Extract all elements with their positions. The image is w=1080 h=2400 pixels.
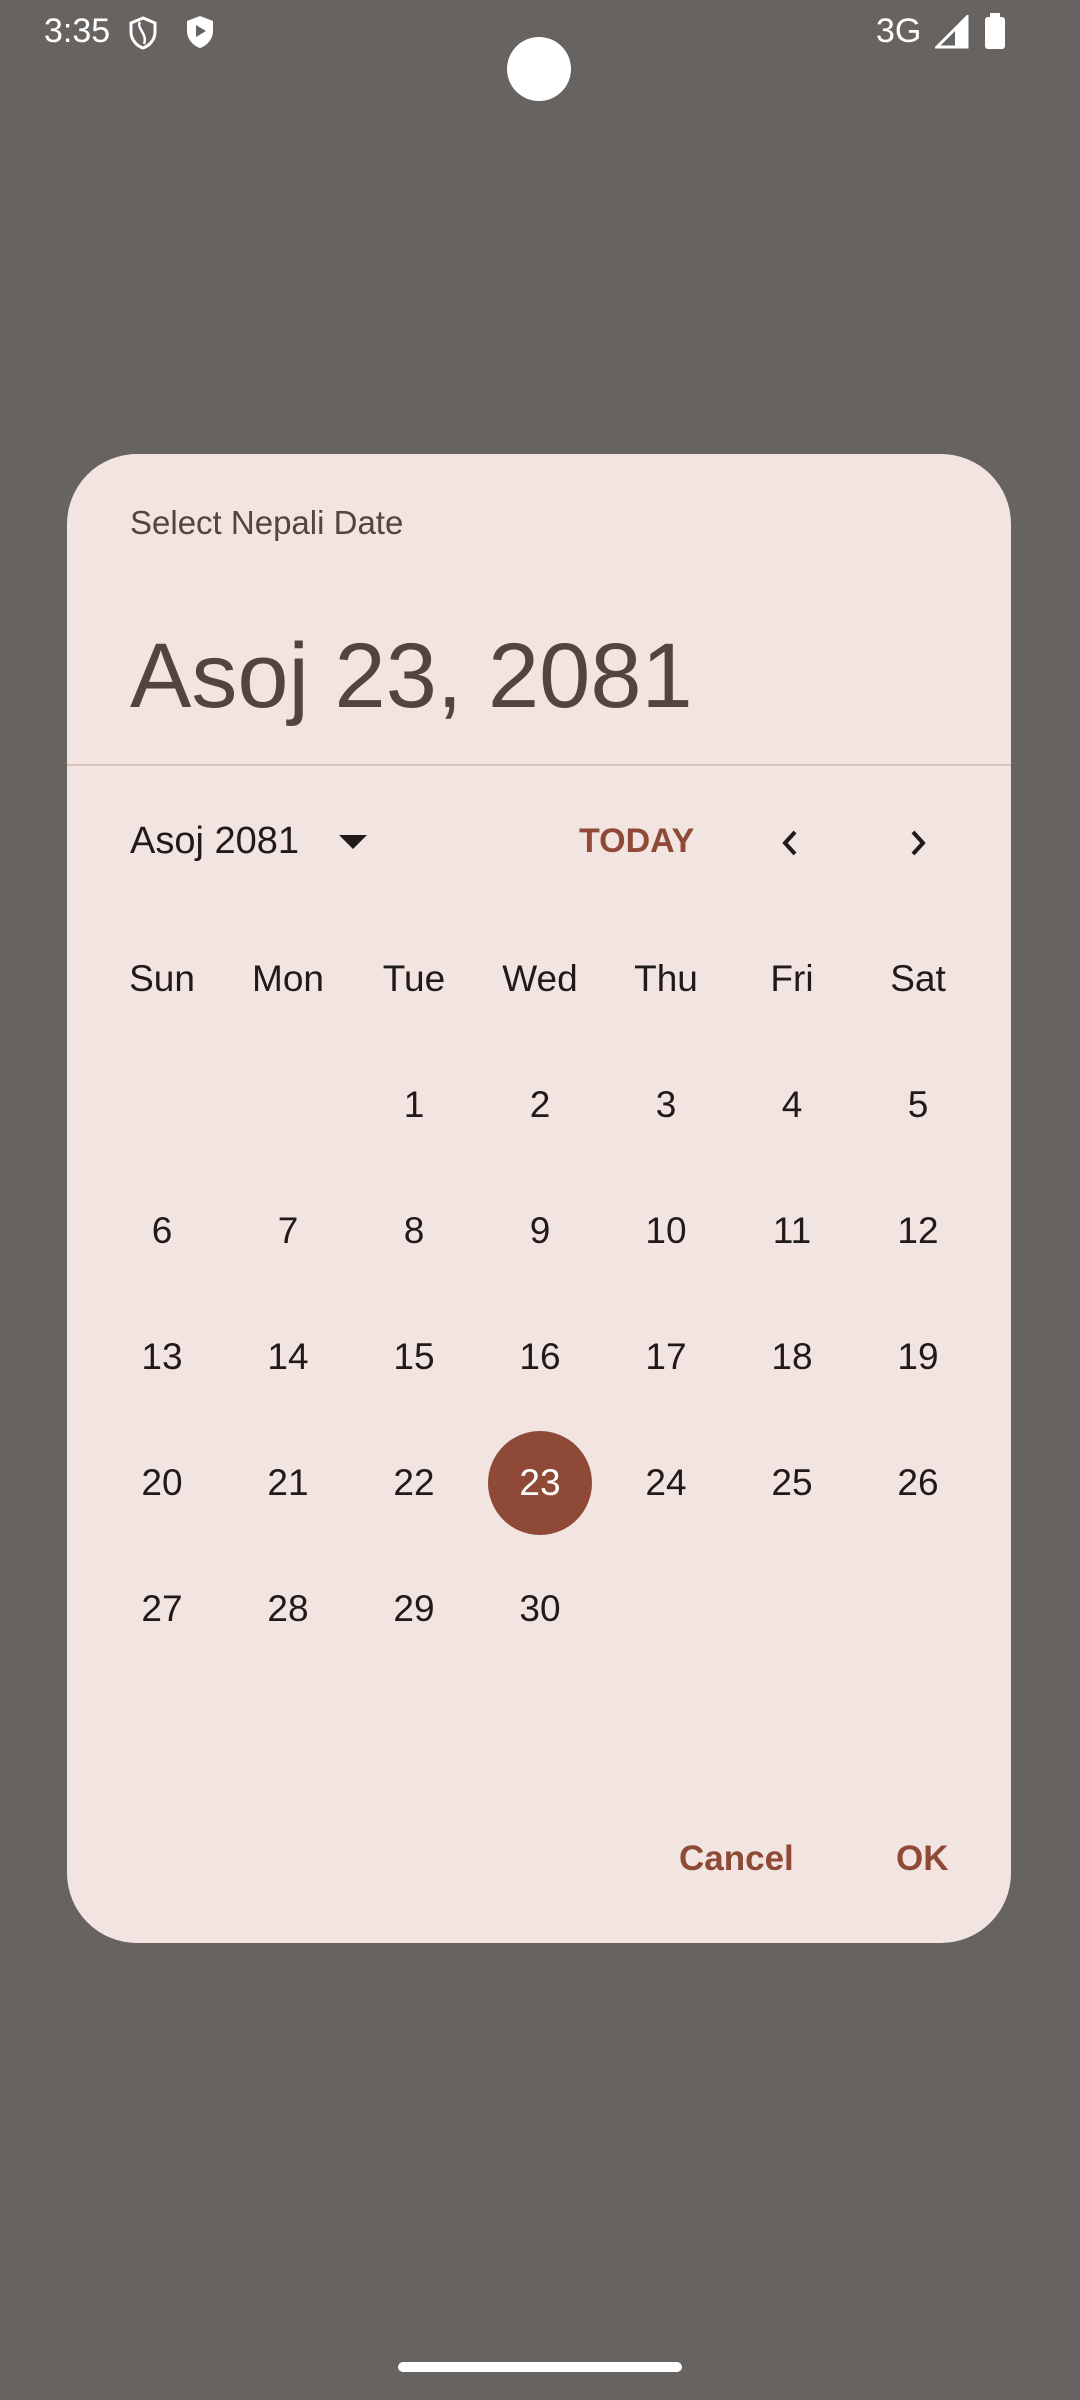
camera-cutout [507, 37, 571, 101]
day-cell[interactable]: 7 [225, 1168, 351, 1294]
day-cell[interactable]: 11 [729, 1168, 855, 1294]
signal-icon [935, 15, 969, 49]
day-cell[interactable]: 10 [603, 1168, 729, 1294]
day-cell[interactable]: 17 [603, 1294, 729, 1420]
day-cell[interactable]: 12 [855, 1168, 981, 1294]
day-cell[interactable]: 13 [99, 1294, 225, 1420]
network-type: 3G [876, 12, 921, 51]
day-cell[interactable]: 24 [603, 1420, 729, 1546]
weekday-sat: Sat [855, 916, 981, 1042]
day-cell[interactable]: 2 [477, 1042, 603, 1168]
dialog-title: Select Nepali Date [130, 504, 403, 542]
shield-icon [128, 16, 158, 50]
day-cell[interactable]: 20 [99, 1420, 225, 1546]
calendar-grid: SunMonTueWedThuFriSat1234567891011121314… [99, 916, 981, 1672]
day-cell[interactable]: 30 [477, 1546, 603, 1672]
previous-month-button[interactable] [761, 813, 821, 873]
day-cell[interactable]: 14 [225, 1294, 351, 1420]
selected-day-indicator: 23 [488, 1431, 592, 1535]
weekday-tue: Tue [351, 916, 477, 1042]
day-cell[interactable]: 9 [477, 1168, 603, 1294]
weekday-mon: Mon [225, 916, 351, 1042]
day-cell[interactable]: 3 [603, 1042, 729, 1168]
play-protect-icon [185, 14, 215, 50]
month-year-label: Asoj 2081 [130, 820, 299, 863]
weekday-fri: Fri [729, 916, 855, 1042]
chevron-left-icon [776, 828, 806, 858]
day-cell[interactable]: 19 [855, 1294, 981, 1420]
divider [67, 764, 1011, 766]
day-cell[interactable]: 29 [351, 1546, 477, 1672]
home-indicator[interactable] [398, 2362, 682, 2372]
cancel-button[interactable]: Cancel [679, 1839, 794, 1879]
empty-cell [99, 1042, 225, 1168]
day-cell[interactable]: 21 [225, 1420, 351, 1546]
today-button[interactable]: TODAY [579, 822, 694, 861]
dropdown-arrow-icon [339, 835, 367, 849]
day-cell[interactable]: 4 [729, 1042, 855, 1168]
ok-button[interactable]: OK [896, 1839, 949, 1879]
day-cell[interactable]: 15 [351, 1294, 477, 1420]
day-cell[interactable]: 18 [729, 1294, 855, 1420]
chevron-right-icon [902, 828, 932, 858]
day-cell[interactable]: 16 [477, 1294, 603, 1420]
empty-cell [225, 1042, 351, 1168]
weekday-sun: Sun [99, 916, 225, 1042]
battery-icon [984, 13, 1006, 49]
day-cell[interactable]: 6 [99, 1168, 225, 1294]
day-cell[interactable]: 5 [855, 1042, 981, 1168]
weekday-wed: Wed [477, 916, 603, 1042]
selected-date-header: Asoj 23, 2081 [130, 624, 693, 729]
day-cell-selected[interactable]: 23 [477, 1420, 603, 1546]
day-cell[interactable]: 27 [99, 1546, 225, 1672]
day-cell[interactable]: 28 [225, 1546, 351, 1672]
day-cell[interactable]: 22 [351, 1420, 477, 1546]
day-cell[interactable]: 26 [855, 1420, 981, 1546]
month-year-selector[interactable]: Asoj 2081 [130, 820, 367, 863]
status-time: 3:35 [44, 12, 110, 51]
date-picker-dialog: Select Nepali Date Asoj 23, 2081 Asoj 20… [67, 454, 1011, 1943]
weekday-thu: Thu [603, 916, 729, 1042]
day-cell[interactable]: 25 [729, 1420, 855, 1546]
day-cell[interactable]: 1 [351, 1042, 477, 1168]
day-cell[interactable]: 8 [351, 1168, 477, 1294]
next-month-button[interactable] [887, 813, 947, 873]
